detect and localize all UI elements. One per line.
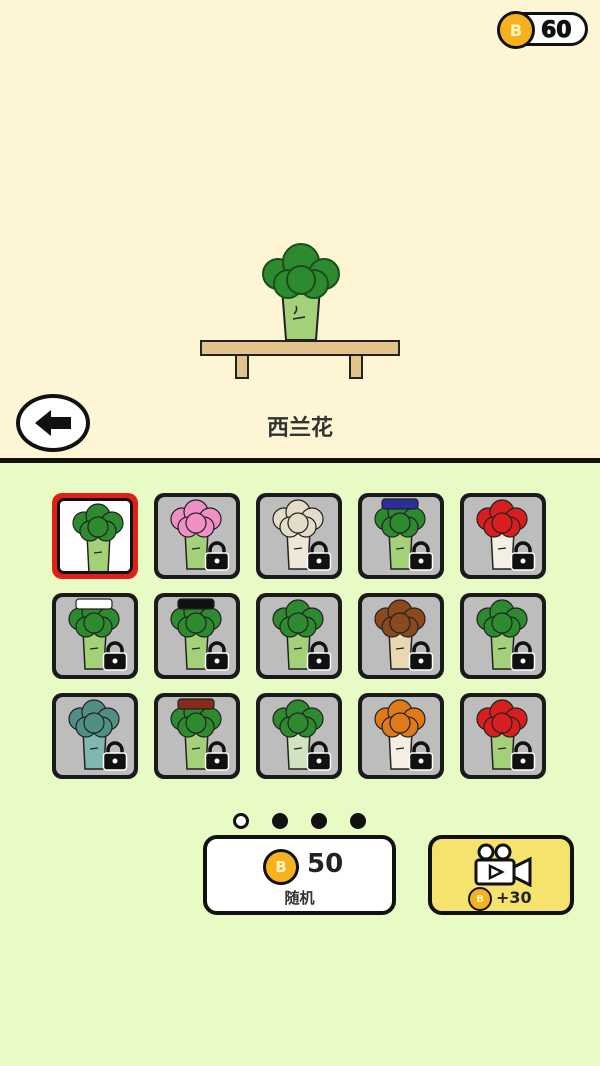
lock-icon <box>306 541 332 571</box>
skin-card-ghost[interactable] <box>256 693 342 779</box>
skin-card-frame <box>362 497 440 575</box>
skin-card-frame <box>158 497 236 575</box>
lock-icon <box>306 641 332 671</box>
page-dot[interactable] <box>350 813 366 829</box>
skin-card-clown[interactable] <box>460 493 546 579</box>
skin-card-broccoli[interactable] <box>52 493 138 579</box>
coin-counter: B 60 <box>497 11 588 49</box>
skin-card-frame <box>362 697 440 775</box>
lock-icon <box>102 741 128 771</box>
skin-card-frame <box>260 697 338 775</box>
skin-card-helmet[interactable] <box>256 593 342 679</box>
skin-card-chef[interactable] <box>52 593 138 679</box>
page-dot[interactable] <box>311 813 327 829</box>
skin-card-zombie[interactable] <box>52 693 138 779</box>
shelf-top <box>200 340 400 356</box>
skin-card-red-hair[interactable] <box>460 693 546 779</box>
character-name: 西兰花 <box>266 416 333 441</box>
skin-card-magician[interactable] <box>154 593 240 679</box>
skin-card-pirate[interactable] <box>154 693 240 779</box>
watch-video-button[interactable]: B +30 <box>428 835 574 915</box>
skin-panel: B 50 随机 B +30 <box>0 463 600 1066</box>
skin-card-frame <box>158 697 236 775</box>
lock-icon <box>510 741 536 771</box>
skin-card-frame <box>57 498 133 574</box>
skin-card-frame <box>464 697 542 775</box>
lock-icon <box>204 741 230 771</box>
video-reward: +30 <box>496 888 532 907</box>
skin-card-police[interactable] <box>358 493 444 579</box>
skin-card-bow[interactable] <box>460 593 546 679</box>
preview-area: B 60 西兰花 <box>0 0 600 460</box>
coin-icon: B <box>263 849 299 885</box>
skin-card-brown-hair[interactable] <box>358 593 444 679</box>
coin-icon: B <box>468 887 492 911</box>
lock-icon <box>102 641 128 671</box>
lock-icon <box>204 641 230 671</box>
skin-card-frame <box>260 597 338 675</box>
lock-icon <box>408 741 434 771</box>
skin-card-frame <box>464 597 542 675</box>
video-camera-icon <box>474 843 532 887</box>
broccoli-preview <box>200 243 400 379</box>
skin-card-frame <box>260 497 338 575</box>
page-dot[interactable] <box>233 813 249 829</box>
lock-icon <box>408 541 434 571</box>
broccoli-broccoli-icon <box>72 503 124 571</box>
lock-icon <box>204 541 230 571</box>
lock-icon <box>510 541 536 571</box>
skin-card-pink-hair[interactable] <box>154 493 240 579</box>
skin-card-frame <box>464 497 542 575</box>
skin-card-orange-hair[interactable] <box>358 693 444 779</box>
lock-icon <box>510 641 536 671</box>
page-dot[interactable] <box>272 813 288 829</box>
skin-card-frame <box>362 597 440 675</box>
random-price: 50 <box>307 849 344 879</box>
skin-card-cauliflower[interactable] <box>256 493 342 579</box>
lock-icon <box>306 741 332 771</box>
skin-card-frame <box>158 597 236 675</box>
random-button[interactable]: B 50 随机 <box>203 835 396 915</box>
skin-card-frame <box>56 697 134 775</box>
coin-icon: B <box>497 11 535 49</box>
lock-icon <box>408 641 434 671</box>
random-label: 随机 <box>284 889 315 907</box>
skin-card-frame <box>56 597 134 675</box>
coin-count: 60 <box>541 18 573 44</box>
